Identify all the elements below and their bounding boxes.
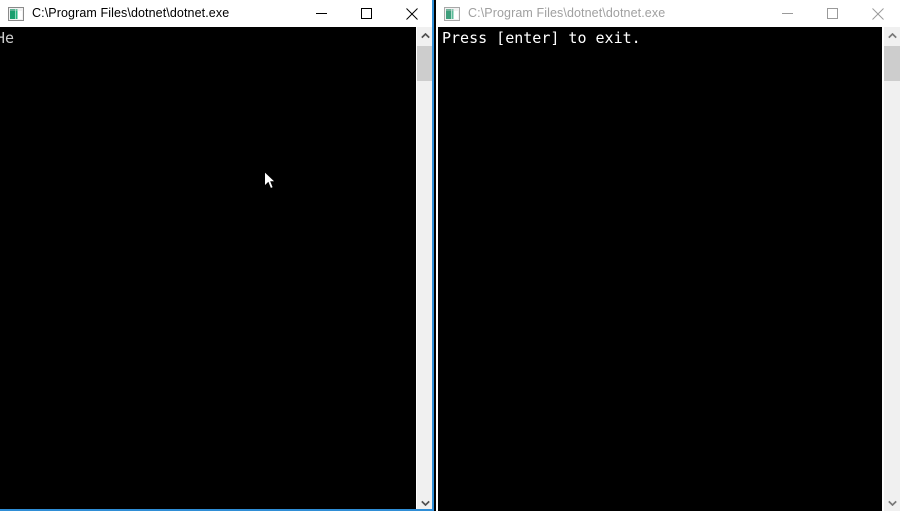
close-button[interactable] xyxy=(855,0,900,27)
scrollbar-thumb[interactable] xyxy=(417,46,433,81)
close-button[interactable] xyxy=(389,0,434,27)
window-title-label: C:\Program Files\dotnet\dotnet.exe xyxy=(468,6,666,20)
caption-button-group xyxy=(765,0,900,27)
scrollbar-down-arrow[interactable] xyxy=(884,494,900,511)
title-bar[interactable]: C:\Program Files\dotnet\dotnet.exe xyxy=(436,0,900,27)
desktop: C:\Program Files\dotnet\dotnet.exe He C:… xyxy=(0,0,900,511)
window-title-label: C:\Program Files\dotnet\dotnet.exe xyxy=(32,6,230,20)
console-line: He xyxy=(0,29,15,47)
console-line: Press [enter] to exit. xyxy=(442,29,641,47)
caption-button-group xyxy=(299,0,434,27)
console-window-left[interactable]: C:\Program Files\dotnet\dotnet.exe He xyxy=(0,0,434,511)
console-window-right[interactable]: C:\Program Files\dotnet\dotnet.exe Press… xyxy=(436,0,900,511)
minimize-button[interactable] xyxy=(299,0,344,27)
console-app-icon xyxy=(8,6,24,22)
vertical-scrollbar[interactable] xyxy=(416,27,433,511)
console-app-icon xyxy=(444,6,460,22)
console-output-area[interactable]: He xyxy=(0,27,416,511)
console-output-area[interactable]: Press [enter] to exit. xyxy=(438,27,882,511)
title-bar[interactable]: C:\Program Files\dotnet\dotnet.exe xyxy=(0,0,434,27)
maximize-button[interactable] xyxy=(810,0,855,27)
scrollbar-thumb[interactable] xyxy=(884,46,900,81)
scrollbar-up-arrow[interactable] xyxy=(884,27,900,44)
scrollbar-up-arrow[interactable] xyxy=(417,27,433,44)
vertical-scrollbar[interactable] xyxy=(883,27,900,511)
maximize-button[interactable] xyxy=(344,0,389,27)
scrollbar-down-arrow[interactable] xyxy=(417,494,433,511)
minimize-button[interactable] xyxy=(765,0,810,27)
